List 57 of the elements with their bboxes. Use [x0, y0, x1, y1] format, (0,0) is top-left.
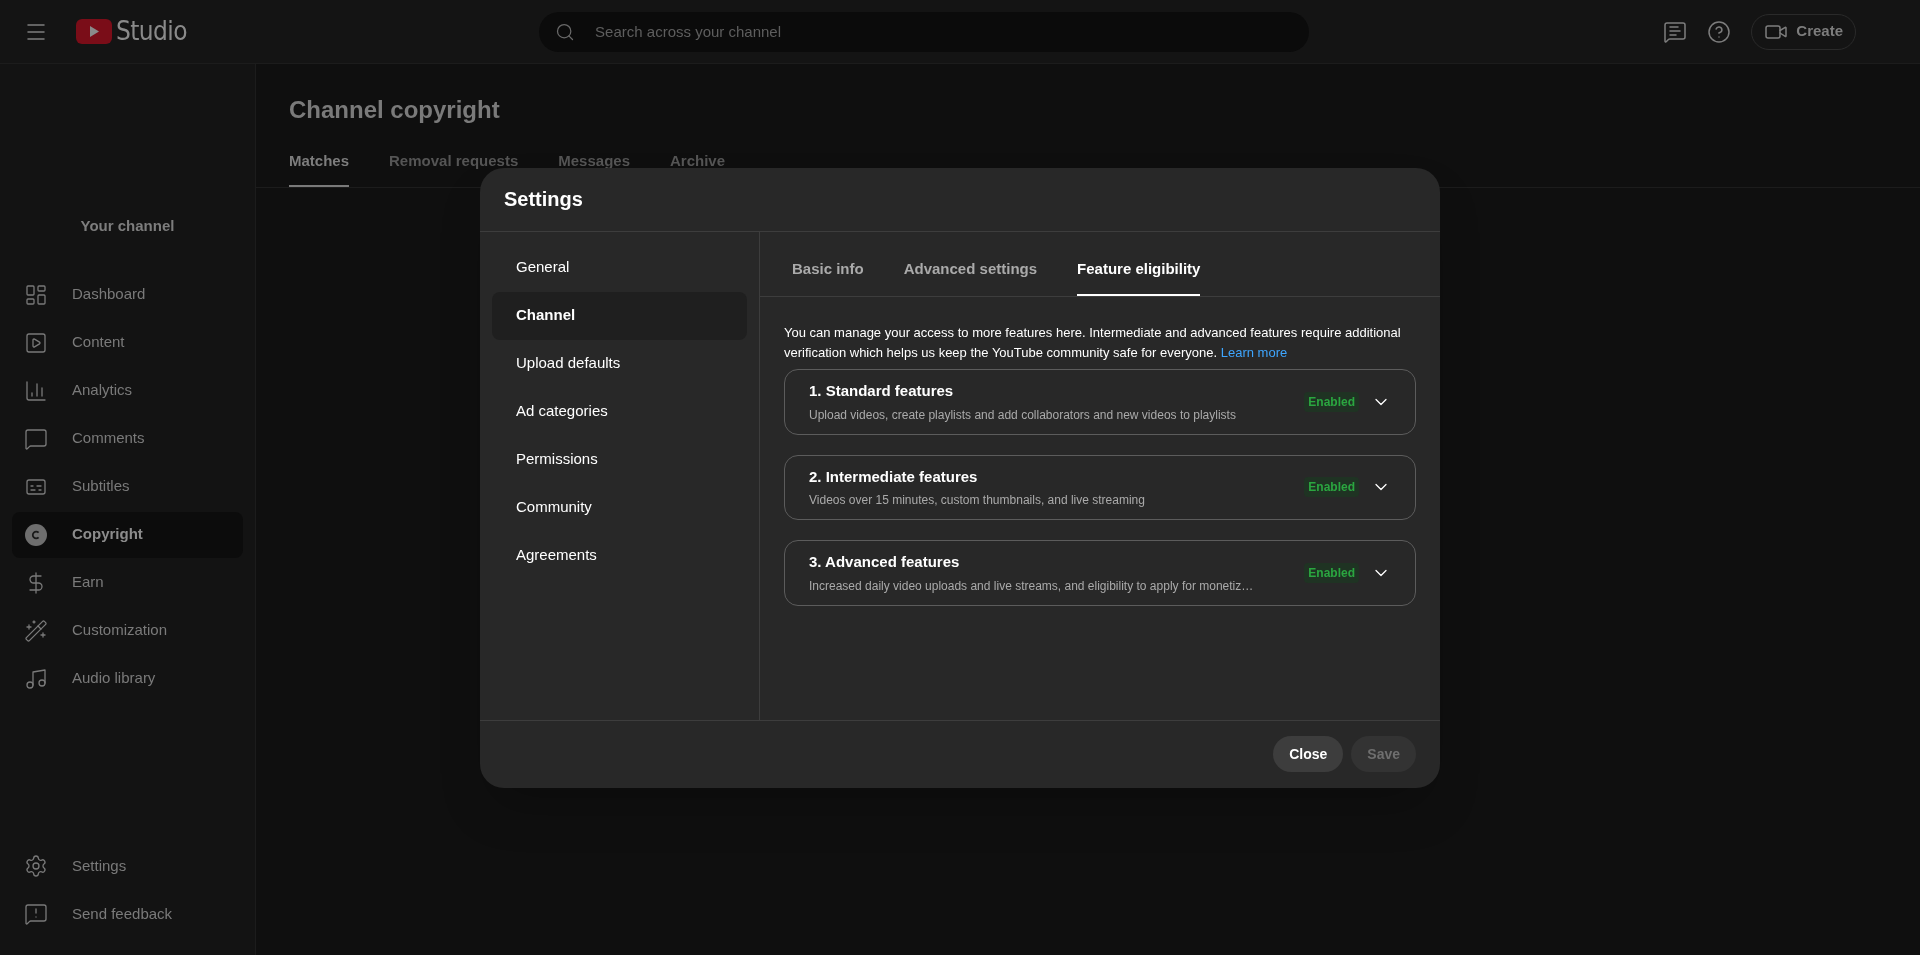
- page-tab[interactable]: Removal requests: [389, 150, 519, 187]
- feature-description: Increased daily video uploads and live streams, and eligibility to apply for monetiz…: [809, 577, 1255, 595]
- logo-text: Studio: [116, 15, 188, 48]
- sidebar-item[interactable]: Send feedback: [12, 891, 243, 937]
- search-field[interactable]: Search across your channel: [539, 11, 1310, 52]
- music-icon: [24, 666, 48, 691]
- dialog-nav-item[interactable]: Channel: [492, 291, 747, 340]
- feature-title: 1. Standard features: [809, 381, 955, 401]
- page-tab[interactable]: Archive: [670, 150, 725, 187]
- close-button[interactable]: Close: [1273, 736, 1344, 772]
- feature-card[interactable]: 3. Advanced features Increased daily video uploads and live streams, and eligibility to apply for monetiz… Enabled: [784, 540, 1416, 606]
- feature-card[interactable]: 2. Intermediate features Videos over 15 minutes, custom thumbnails, and live streaming Enabled: [784, 454, 1416, 520]
- dialog-tab[interactable]: Feature eligibility: [1077, 257, 1201, 296]
- sidebar-item[interactable]: Settings: [12, 843, 243, 889]
- feature-card[interactable]: 1. Standard features Upload videos, create playlists and add collaborators and new videos to playlists Enabled: [784, 369, 1416, 435]
- page-tab[interactable]: Matches: [289, 150, 350, 187]
- sidebar-item[interactable]: Comments: [12, 415, 243, 462]
- feature-description: Upload videos, create playlists and add collaborators and new videos to playlists: [809, 406, 1237, 424]
- sidebar-item[interactable]: Dashboard: [12, 271, 243, 318]
- logo-icon: [76, 19, 112, 44]
- dialog-nav-item[interactable]: Agreements: [492, 531, 747, 580]
- feature-description: Videos over 15 minutes, custom thumbnails, and live streaming: [809, 492, 1146, 509]
- status-badge: Enabled: [1304, 562, 1359, 583]
- dialog-nav-item[interactable]: Ad categories: [492, 387, 747, 436]
- page-tab[interactable]: Messages: [558, 150, 630, 187]
- sidebar-item[interactable]: Copyright: [12, 511, 243, 558]
- dialog-tab[interactable]: Basic info: [792, 257, 864, 296]
- page-title: Channel copyright: [289, 95, 501, 125]
- comment-icon[interactable]: [1663, 19, 1688, 44]
- status-badge: Enabled: [1304, 477, 1359, 498]
- sidebar-item[interactable]: Customization: [12, 607, 243, 654]
- dialog-nav-item[interactable]: Permissions: [492, 435, 747, 484]
- sidebar-item[interactable]: Earn: [12, 559, 243, 606]
- settings-icon: [24, 854, 48, 878]
- sidebar-item[interactable]: Analytics: [12, 367, 243, 414]
- dialog-tab[interactable]: Advanced settings: [903, 257, 1038, 296]
- feedback-icon: [24, 902, 48, 926]
- feature-title: 3. Advanced features: [809, 552, 961, 572]
- feature-title: 2. Intermediate features: [809, 466, 979, 487]
- magic-wand-icon: [24, 618, 48, 643]
- play-icon: [24, 330, 48, 355]
- dialog-nav-item[interactable]: Community: [492, 483, 747, 532]
- dialog-nav-item[interactable]: General: [492, 243, 747, 292]
- copyright-icon: [25, 523, 47, 546]
- status-badge: Enabled: [1304, 391, 1359, 412]
- help-icon[interactable]: [1707, 19, 1732, 44]
- dashboard-icon: [24, 282, 48, 307]
- intro-text: You can manage your access to more features here. Intermediate and advanced features require additional verification which helps us keep the YouTube community safe for everyone. Learn more: [784, 324, 1402, 362]
- comment-icon: [24, 426, 48, 451]
- learn-more-link[interactable]: Learn more: [1220, 345, 1288, 360]
- dialog-title: Settings: [504, 187, 583, 212]
- sidebar-item[interactable]: Subtitles: [12, 463, 243, 510]
- channel-label[interactable]: Your channel: [80, 215, 175, 238]
- dialog-nav-item[interactable]: Upload defaults: [492, 339, 747, 388]
- search-icon: [555, 21, 576, 42]
- sidebar-item[interactable]: Content: [12, 319, 243, 366]
- sidebar-item[interactable]: Audio library: [12, 655, 243, 702]
